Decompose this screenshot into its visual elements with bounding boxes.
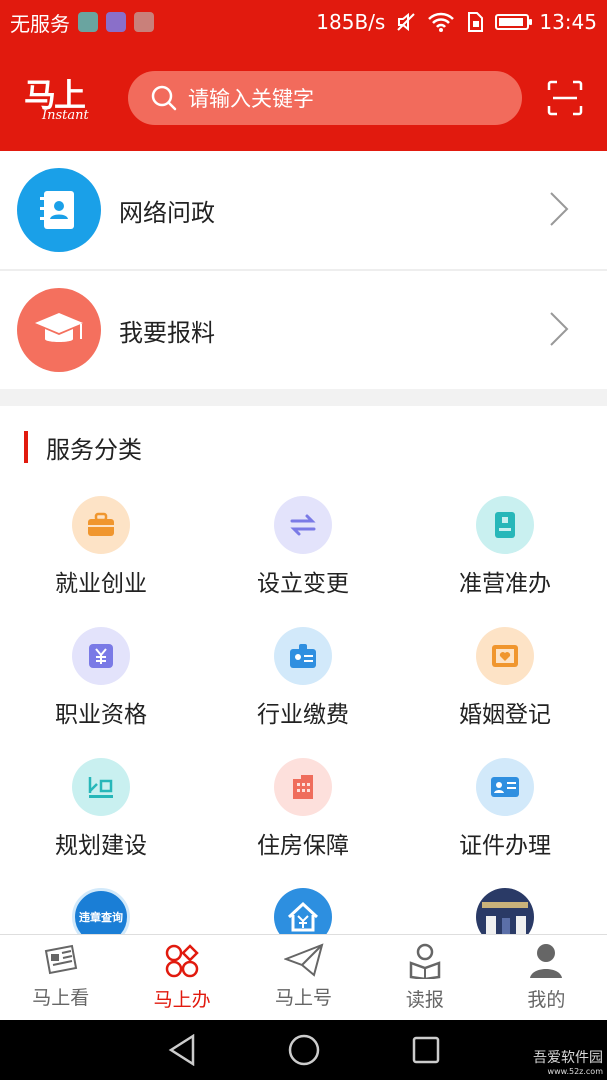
wifi-icon [428,12,455,32]
shortcut-label: 我要报料 [119,318,215,347]
status-bar: 无服务 185B/s 13:45 [0,0,607,44]
service-planning-construction[interactable]: 规划建设 [0,758,202,860]
yuan-icon [72,627,130,685]
search-placeholder: 请输入关键字 [188,86,314,111]
moon-app-icon [78,12,98,32]
sim-icon [468,12,484,32]
contact-book-icon [17,168,101,252]
traffic-violation-icon: 违章查询 [72,888,130,934]
building-icon [274,758,332,816]
carrier-text: 无服务 [10,11,70,36]
user-icon [530,944,563,978]
tab-read-paper[interactable]: 读报 [364,935,485,1020]
graduation-cap-icon [17,288,101,372]
id-card-icon [476,758,534,816]
system-nav-bar: 吾爱软件园 www.52z.com [0,1020,607,1080]
service-hall[interactable] [404,888,606,934]
service-hall-photo-icon [476,888,534,934]
service-housing-fund[interactable] [202,888,404,934]
shortcut-online-inquiry[interactable]: 网络问政 [0,151,607,269]
app-logo: 马上 Instant [24,75,89,123]
chevron-right-icon [550,192,569,226]
house-yuan-icon [274,888,332,934]
service-id-documents[interactable]: 证件办理 [404,758,606,860]
id-badge-icon [274,627,332,685]
search-input[interactable]: 请输入关键字 [128,70,522,125]
mute-icon [397,12,416,32]
paper-plane-icon [283,943,323,977]
service-business-permit[interactable]: 准营准办 [404,496,606,598]
service-categories: 服务分类 就业创业 设立变更 准营准办 职业资格 行业缴费 婚姻登记 规划建设 … [0,406,607,934]
tab-handle[interactable]: 马上办 [121,935,242,1020]
bottom-tab-bar: 马上看 马上办 马上号 读报 我的 [0,934,607,1020]
document-icon [476,496,534,554]
service-traffic-violation[interactable]: 违章查询 [0,888,202,934]
chevron-right-icon [550,312,569,346]
service-housing-security[interactable]: 住房保障 [202,758,404,860]
tab-accounts[interactable]: 马上号 [243,935,364,1020]
app-header: 马上 Instant 请输入关键字 [0,44,607,151]
service-registration-change[interactable]: 设立变更 [202,496,404,598]
section-accent-bar [24,431,28,463]
tab-mine[interactable]: 我的 [486,935,607,1020]
briefcase-icon [72,496,130,554]
home-icon[interactable] [287,1033,321,1067]
service-professional-qualification[interactable]: 职业资格 [0,627,202,729]
health-app-icon [106,12,126,32]
newspaper-icon [44,944,77,975]
planning-icon [72,758,130,816]
tab-watch[interactable]: 马上看 [0,935,121,1020]
service-employment[interactable]: 就业创业 [0,496,202,598]
service-industry-payment[interactable]: 行业缴费 [202,627,404,729]
shortcut-news-tip[interactable]: 我要报料 [0,271,607,389]
watermark: 吾爱软件园 www.52z.com [533,1050,603,1076]
scan-icon[interactable] [547,80,583,116]
gallery-app-icon [134,12,154,32]
clock: 13:45 [539,10,597,34]
service-marriage-registration[interactable]: 婚姻登记 [404,627,606,729]
heart-frame-icon [476,627,534,685]
shortcut-label: 网络问政 [119,198,215,227]
net-speed: 185B/s [316,10,386,34]
reader-icon [409,943,441,979]
recents-icon[interactable] [411,1035,441,1065]
search-icon [151,85,177,110]
back-icon[interactable] [167,1034,197,1066]
swap-arrows-icon [274,496,332,554]
battery-icon [495,14,533,30]
section-title: 服务分类 [24,430,142,464]
traffic-violation-badge: 违章查询 [79,911,123,924]
grid-apps-icon [165,944,199,978]
